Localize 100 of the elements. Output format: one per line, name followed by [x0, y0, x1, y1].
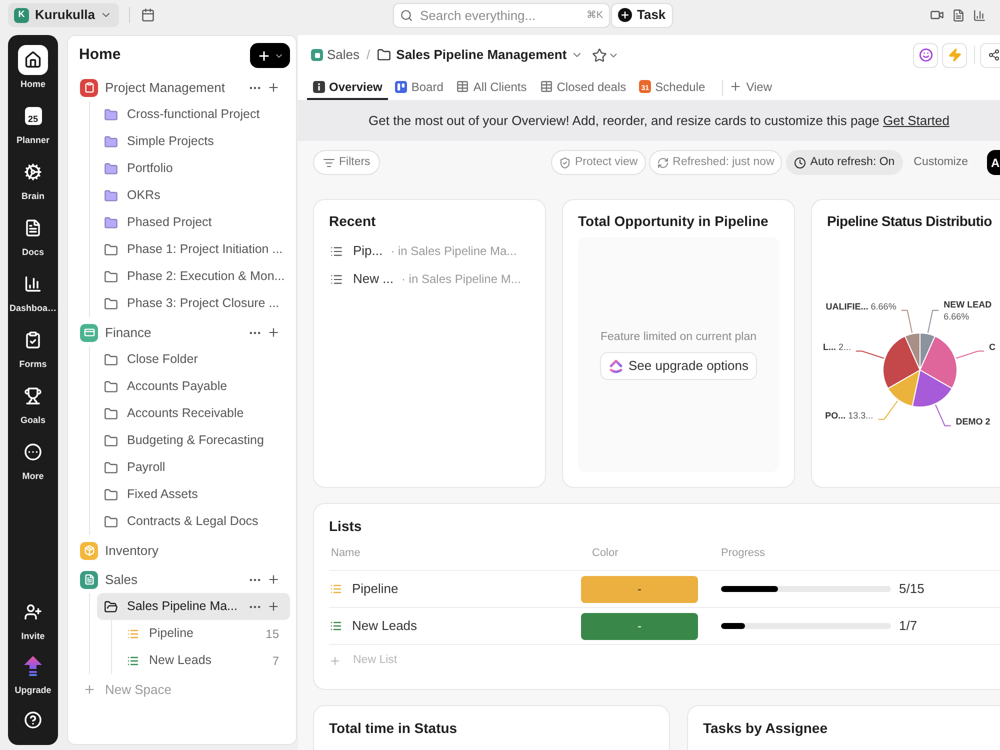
- calendar-icon[interactable]: [140, 8, 155, 22]
- bar-chart-icon[interactable]: [973, 8, 986, 22]
- tab[interactable]: Closed deals: [534, 75, 632, 100]
- folder-item[interactable]: Phase 1: Project Initiation ...: [97, 236, 290, 263]
- color-tag: -: [581, 612, 698, 640]
- workspace-switcher[interactable]: K Kurukulla: [8, 3, 119, 27]
- workspace-avatar: K: [14, 8, 29, 22]
- nav-item[interactable]: 25 Planner: [8, 101, 58, 157]
- calendar-date: 25: [28, 114, 38, 124]
- refresh-icon: [656, 156, 669, 168]
- folder-icon: [377, 48, 392, 62]
- card-title: Lists: [329, 517, 363, 536]
- slice-label: DEMO 2: [956, 416, 990, 427]
- protect-view-button[interactable]: Protect view: [551, 150, 646, 175]
- folder-icon: [104, 270, 118, 284]
- shield-check-icon: [559, 156, 572, 168]
- nav-item[interactable]: Docs: [8, 213, 58, 269]
- card-title: Total Opportunity in Pipeline: [578, 212, 770, 231]
- nav-item[interactable]: More: [8, 437, 58, 493]
- tab[interactable]: Board: [389, 75, 450, 100]
- leader-line: [900, 310, 913, 334]
- leader-line: [878, 400, 898, 420]
- auto-refresh-button[interactable]: Auto refresh: On: [786, 150, 903, 175]
- folder-item[interactable]: Phased Project: [97, 209, 290, 236]
- plus-icon: [256, 48, 270, 62]
- nav-item[interactable]: Upgrade: [8, 651, 58, 705]
- share-button[interactable]: [980, 42, 1000, 68]
- list-icon: [330, 244, 343, 258]
- space-item[interactable]: Sales: [68, 566, 296, 593]
- plus-icon[interactable]: [267, 81, 280, 94]
- list-item[interactable]: New Leads 7: [112, 647, 296, 674]
- folder-item[interactable]: Cross-functional Project: [97, 101, 290, 128]
- leader-line: [856, 350, 884, 359]
- folder-item[interactable]: Contracts & Legal Docs: [97, 508, 290, 535]
- column-header: Color: [591, 546, 620, 561]
- space-item[interactable]: Finance: [68, 319, 296, 346]
- plan-limit-message: Feature limited on current plan: [600, 330, 756, 345]
- folder-icon: [104, 296, 118, 310]
- gradient-chevron-icon: [608, 359, 622, 374]
- document-icon[interactable]: [952, 8, 965, 22]
- folder-item[interactable]: Fixed Assets: [97, 481, 290, 508]
- plus-icon: [329, 655, 341, 667]
- breadcrumb-link[interactable]: Sales: [327, 45, 360, 65]
- card-title: Recent: [329, 212, 377, 231]
- folder-item[interactable]: Portfolio: [97, 155, 290, 182]
- folder-icon: [104, 242, 118, 256]
- leader-line: [927, 310, 940, 334]
- folder-item[interactable]: Accounts Receivable: [97, 400, 290, 427]
- folder-item[interactable]: Budgeting & Forecasting: [97, 427, 290, 454]
- list-icon: [330, 583, 342, 595]
- space-item[interactable]: Inventory: [68, 537, 296, 564]
- ai-button[interactable]: [913, 42, 938, 68]
- recent-item[interactable]: Pip... · in Sales Pipeline Ma...: [329, 237, 530, 265]
- nav-item[interactable]: Home: [8, 45, 58, 101]
- list-name[interactable]: New Leads: [352, 616, 418, 636]
- slice-label: PO... 13.3...: [825, 410, 874, 420]
- card-title: Pipeline Status Distributio: [826, 212, 993, 231]
- nav-item[interactable]: Forms: [8, 325, 58, 381]
- list-item[interactable]: Pipeline 15: [112, 620, 296, 647]
- folder-icon: [104, 406, 118, 420]
- folder-item[interactable]: Simple Projects: [97, 128, 290, 155]
- board-icon: [395, 80, 408, 92]
- create-button[interactable]: [250, 43, 290, 68]
- nav-item[interactable]: Invite: [8, 597, 58, 651]
- share-icon: [988, 49, 1000, 61]
- nav-item[interactable]: Goals: [8, 381, 58, 437]
- folder-icon: [104, 600, 118, 614]
- list-icon: [330, 620, 342, 632]
- folder-item[interactable]: OKRs: [97, 182, 290, 209]
- customize-button[interactable]: Customize: [914, 150, 968, 175]
- list-name[interactable]: Pipeline: [352, 579, 398, 599]
- plus-icon[interactable]: [267, 326, 280, 339]
- arrow-up-icon: [23, 656, 43, 676]
- plus-icon[interactable]: [267, 600, 280, 613]
- filters-button[interactable]: Filters: [313, 150, 380, 175]
- upgrade-options-button[interactable]: See upgrade options: [600, 352, 758, 380]
- folder-item[interactable]: Phase 2: Execution & Mon...: [97, 263, 290, 290]
- get-started-link[interactable]: Get Started: [883, 112, 950, 128]
- space-item[interactable]: Project Management: [68, 74, 296, 101]
- video-icon[interactable]: [930, 8, 944, 22]
- star-icon[interactable]: [592, 48, 607, 62]
- nav-item[interactable]: Brain: [8, 157, 58, 213]
- folder-item[interactable]: Phase 3: Project Closure ...: [97, 290, 290, 317]
- folder-item[interactable]: Payroll: [97, 454, 290, 481]
- add-view-button[interactable]: View: [727, 75, 774, 100]
- slice-label: L... 2...: [822, 342, 851, 352]
- folder-item[interactable]: Accounts Payable: [97, 373, 290, 400]
- space-icon: [311, 49, 323, 61]
- folder-item[interactable]: Close Folder: [97, 346, 290, 373]
- column-header: Progress: [721, 546, 766, 561]
- refreshed-button[interactable]: Refreshed: just now: [648, 150, 782, 175]
- recent-item[interactable]: New ... · in Sales Pipeline M...: [329, 265, 530, 293]
- tab[interactable]: All Clients: [450, 75, 533, 100]
- add-card-button[interactable]: A: [987, 150, 1000, 175]
- nav-item[interactable]: Dashboa…: [8, 269, 58, 325]
- page-title: Sales Pipeline Management: [396, 46, 567, 64]
- plus-icon[interactable]: [267, 573, 280, 586]
- folder-item[interactable]: Sales Pipeline Ma...: [97, 593, 290, 620]
- task-button[interactable]: Task: [611, 2, 673, 28]
- leader-line: [956, 350, 984, 359]
